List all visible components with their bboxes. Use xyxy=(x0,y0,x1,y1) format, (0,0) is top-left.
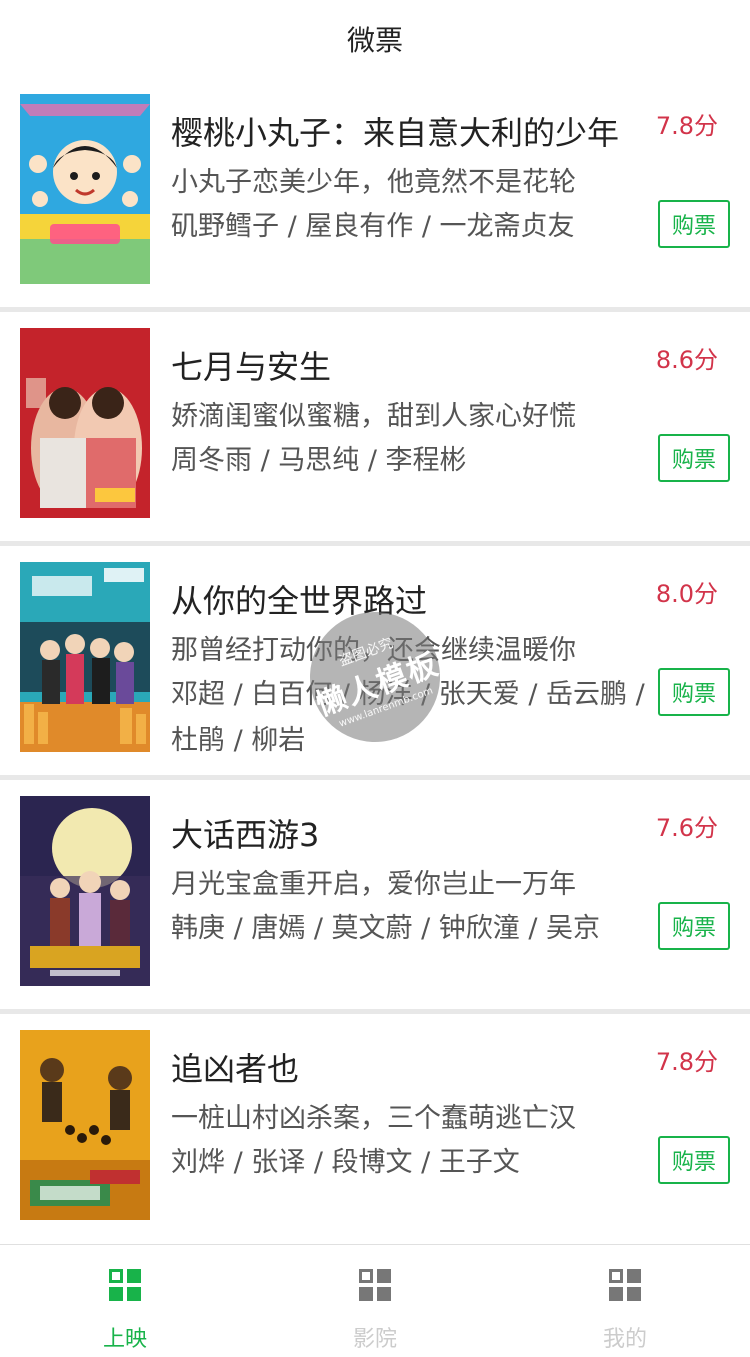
buy-ticket-button[interactable]: 购票 xyxy=(658,902,730,950)
movie-poster[interactable] xyxy=(20,94,150,284)
tab-label: 上映 xyxy=(102,1327,147,1352)
tab-cinemas[interactable]: 影院 xyxy=(250,1245,500,1357)
movie-title[interactable]: 七月与安生 xyxy=(171,342,331,388)
movie-description: 月光宝盒重开启，爱你岂止一万年 xyxy=(171,869,576,900)
buy-ticket-button[interactable]: 购票 xyxy=(658,1136,730,1184)
grid-icon xyxy=(109,1269,141,1301)
tab-label: 我的 xyxy=(602,1327,647,1352)
movie-item[interactable]: 大话西游3 月光宝盒重开启，爱你岂止一万年 韩庚 / 唐嫣 / 莫文蔚 / 钟欣… xyxy=(0,780,750,1014)
movie-description: 娇滴闺蜜似蜜糖，甜到人家心好慌 xyxy=(171,401,576,432)
movie-cast: 韩庚 / 唐嫣 / 莫文蔚 / 钟欣潼 / 吴京 xyxy=(171,913,601,944)
movie-score: 8.6分 xyxy=(655,346,718,374)
app-header: 微票 xyxy=(0,0,750,78)
movie-title[interactable]: 追凶者也 xyxy=(171,1044,299,1090)
movie-description: 一桩山村凶杀案，三个蠢萌逃亡汉 xyxy=(171,1103,576,1134)
movie-score: 8.0分 xyxy=(655,580,718,608)
movie-score: 7.8分 xyxy=(655,112,718,140)
tab-showing[interactable]: 上映 xyxy=(0,1245,250,1357)
bottom-tab-bar: 上映 影院 我的 xyxy=(0,1244,750,1357)
tab-label: 影院 xyxy=(352,1327,397,1352)
movie-description: 小丸子恋美少年，他竟然不是花轮 xyxy=(171,167,576,198)
page-title: 微票 xyxy=(346,24,403,57)
movie-cast: 矶野鳕子 / 屋良有作 / 一龙斋贞友 xyxy=(171,211,575,242)
movie-score: 7.6分 xyxy=(655,814,718,842)
movie-title[interactable]: 樱桃小丸子：来自意大利的少年 xyxy=(171,108,619,154)
movie-poster[interactable] xyxy=(20,562,150,752)
movie-item[interactable]: 七月与安生 娇滴闺蜜似蜜糖，甜到人家心好慌 周冬雨 / 马思纯 / 李程彬 8.… xyxy=(0,312,750,546)
grid-icon xyxy=(359,1269,391,1301)
movie-item[interactable]: 樱桃小丸子：来自意大利的少年 小丸子恋美少年，他竟然不是花轮 矶野鳕子 / 屋良… xyxy=(0,78,750,312)
movie-poster[interactable] xyxy=(20,328,150,518)
movie-item[interactable]: 追凶者也 一桩山村凶杀案，三个蠢萌逃亡汉 刘烨 / 张译 / 段博文 / 王子文… xyxy=(0,1014,750,1246)
movie-score: 7.8分 xyxy=(655,1048,718,1076)
buy-ticket-button[interactable]: 购票 xyxy=(658,668,730,716)
movie-cast: 周冬雨 / 马思纯 / 李程彬 xyxy=(171,445,467,476)
movie-title[interactable]: 大话西游3 xyxy=(171,810,319,856)
movie-cast: 刘烨 / 张译 / 段博文 / 王子文 xyxy=(171,1147,520,1178)
movie-poster[interactable] xyxy=(20,1030,150,1220)
buy-ticket-button[interactable]: 购票 xyxy=(658,434,730,482)
movie-poster[interactable] xyxy=(20,796,150,986)
tab-mine[interactable]: 我的 xyxy=(500,1245,750,1357)
grid-icon xyxy=(609,1269,641,1301)
buy-ticket-button[interactable]: 购票 xyxy=(658,200,730,248)
